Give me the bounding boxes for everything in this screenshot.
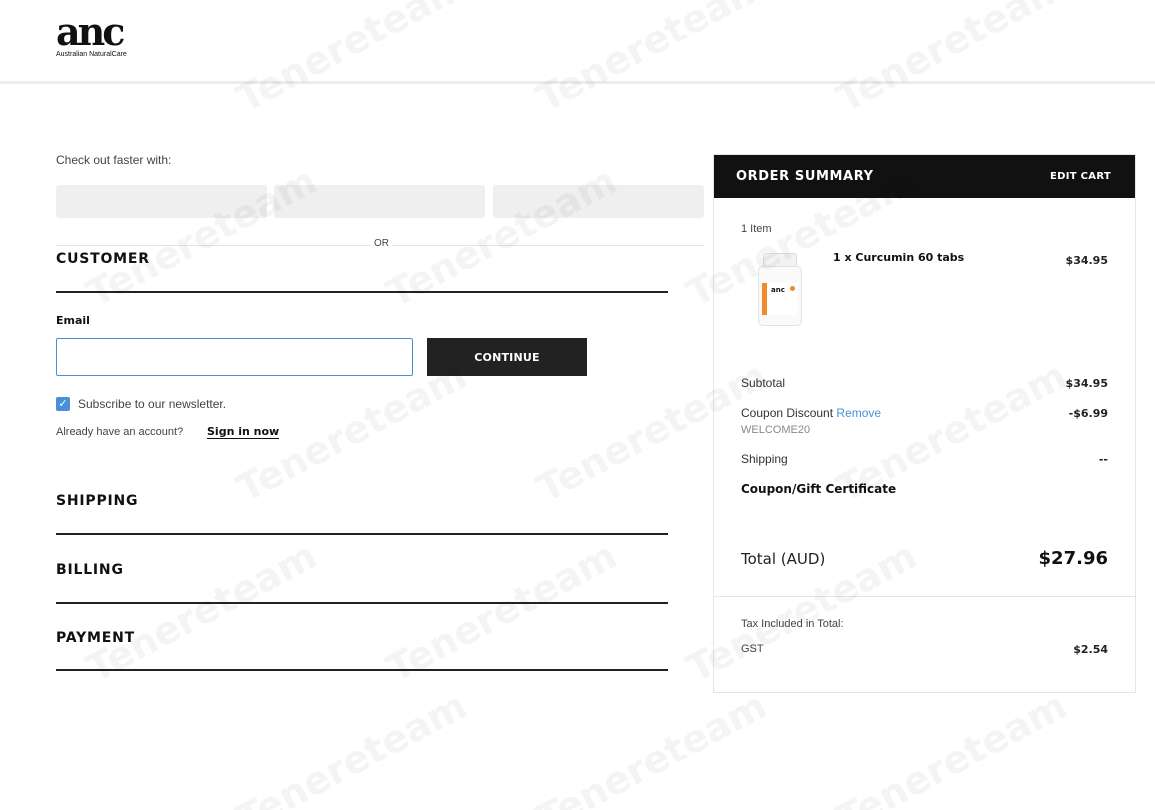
shipping-label: Shipping (741, 452, 788, 466)
shipping-section-title[interactable]: SHIPPING (56, 493, 138, 509)
summary-divider (714, 596, 1135, 597)
watermark: Tenereteam (379, 533, 623, 691)
billing-section-title[interactable]: BILLING (56, 562, 124, 578)
express-checkout-label: Check out faster with: (56, 153, 172, 167)
bottle-brand-text: anc (771, 286, 785, 294)
bottle-label-shape: anc (762, 283, 798, 315)
bottle-dot-shape (790, 286, 795, 291)
order-summary-panel: ORDER SUMMARY EDIT CART 1 Item anc 1 x C… (713, 154, 1136, 693)
brand-logo[interactable]: anc Australian NaturalCare (56, 9, 152, 62)
account-prompt: Already have an account? (56, 426, 184, 438)
subtotal-label: Subtotal (741, 376, 786, 390)
item-count: 1 Item (741, 223, 772, 235)
tax-label: Tax Included in Total: (741, 618, 844, 630)
watermark: Tenereteam (79, 533, 323, 691)
coupon-code: WELCOME20 (741, 424, 811, 436)
express-pay-button-2[interactable] (274, 185, 485, 218)
order-summary-title: ORDER SUMMARY (736, 169, 874, 184)
product-image: anc (757, 253, 803, 327)
coupon-label: Coupon Discount (741, 406, 834, 420)
coupon-value: -$6.99 (1068, 407, 1108, 420)
email-field[interactable] (56, 338, 413, 376)
express-pay-button-3[interactable] (493, 185, 704, 218)
watermark: Tenereteam (529, 683, 773, 810)
watermark: Tenereteam (229, 683, 473, 810)
coupon-row: Coupon Discount Remove (741, 406, 881, 420)
continue-button[interactable]: CONTINUE (427, 338, 587, 376)
site-header: anc Australian NaturalCare (0, 0, 1155, 84)
gst-label: GST (741, 643, 764, 655)
total-label: Total (AUD) (741, 550, 826, 568)
total-value: $27.96 (1038, 548, 1108, 569)
shipping-section-divider (56, 533, 668, 535)
sign-in-link[interactable]: Sign in now (207, 425, 280, 439)
subtotal-value: $34.95 (1065, 377, 1108, 390)
payment-section-title[interactable]: PAYMENT (56, 630, 135, 646)
logo-subtitle: Australian NaturalCare (56, 51, 127, 58)
or-label: OR (372, 238, 391, 249)
order-summary-header: ORDER SUMMARY EDIT CART (714, 155, 1135, 198)
email-label: Email (56, 314, 90, 327)
billing-section-divider (56, 602, 668, 604)
express-pay-button-1[interactable] (56, 185, 267, 218)
bottle-cap-shape (763, 253, 797, 267)
watermark: Tenereteam (829, 683, 1073, 810)
customer-section-title: CUSTOMER (56, 251, 150, 267)
gst-value: $2.54 (1073, 643, 1108, 656)
product-price: $34.95 (1065, 254, 1108, 267)
coupon-remove-link[interactable]: Remove (836, 406, 881, 420)
coupon-gift-certificate-link[interactable]: Coupon/Gift Certificate (741, 482, 896, 496)
checkmark-icon: ✓ (58, 397, 68, 410)
payment-section-divider (56, 669, 668, 671)
bottle-body-shape: anc (758, 266, 802, 326)
newsletter-label: Subscribe to our newsletter. (78, 397, 227, 411)
newsletter-checkbox[interactable]: ✓ (56, 397, 70, 411)
edit-cart-link[interactable]: EDIT CART (1050, 171, 1111, 182)
customer-section-divider (56, 291, 668, 293)
logo-mark: anc (56, 9, 125, 54)
product-name: 1 x Curcumin 60 tabs (833, 251, 965, 264)
shipping-value: -- (1098, 453, 1108, 466)
